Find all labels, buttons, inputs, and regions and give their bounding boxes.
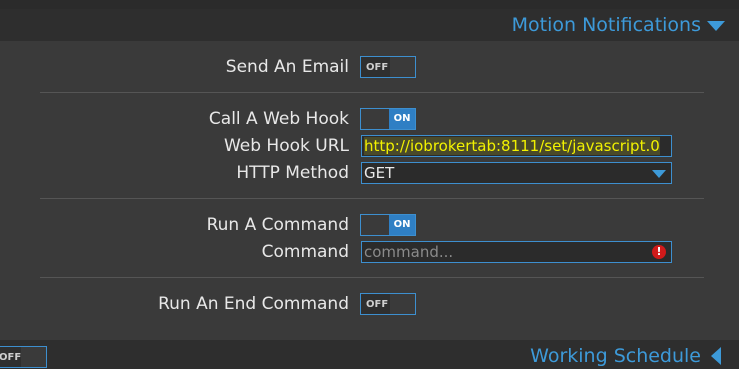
motion-notifications-header[interactable]: Motion Notifications <box>0 9 739 41</box>
run-command-label: Run A Command <box>206 215 349 235</box>
send-email-toggle[interactable]: OFF <box>360 56 416 78</box>
motion-notifications-title[interactable]: Motion Notifications <box>512 14 701 36</box>
divider <box>40 277 704 278</box>
chevron-down-icon[interactable] <box>652 170 666 178</box>
toggle-knob <box>390 57 415 77</box>
toggle-knob <box>361 109 389 129</box>
http-method-label: HTTP Method <box>236 163 349 183</box>
send-email-label: Send An Email <box>225 57 349 77</box>
webhook-url-value: http://iobrokertab:8111/set/javascript.0 <box>364 137 660 155</box>
working-schedule-title[interactable]: Working Schedule <box>530 345 701 367</box>
triangle-down-icon[interactable] <box>707 21 725 31</box>
call-webhook-toggle[interactable]: ON <box>360 108 416 130</box>
run-end-command-toggle[interactable]: OFF <box>360 293 416 315</box>
top-bar <box>0 0 739 9</box>
run-end-command-label: Run An End Command <box>158 294 349 314</box>
http-method-select[interactable]: GET <box>361 162 672 184</box>
command-field[interactable]: command... ! <box>361 241 672 263</box>
divider <box>40 198 704 199</box>
command-label: Command <box>261 242 349 262</box>
working-schedule-toggle-state: OFF <box>0 352 22 363</box>
working-schedule-header[interactable]: OFF Working Schedule <box>0 340 739 369</box>
run-command-toggle[interactable]: ON <box>360 214 416 236</box>
webhook-url-field[interactable]: http://iobrokertab:8111/set/javascript.0 <box>361 135 672 157</box>
working-schedule-toggle[interactable]: OFF <box>0 346 47 368</box>
command-placeholder: command... <box>364 243 454 261</box>
divider <box>40 92 704 93</box>
toggle-knob <box>361 215 389 235</box>
call-webhook-label: Call A Web Hook <box>208 109 349 129</box>
send-email-toggle-state: OFF <box>366 62 389 73</box>
call-webhook-toggle-state: ON <box>389 109 415 129</box>
toggle-knob <box>390 294 415 314</box>
triangle-left-icon[interactable] <box>711 347 721 365</box>
run-command-toggle-state: ON <box>389 215 415 235</box>
webhook-url-label: Web Hook URL <box>223 136 349 156</box>
run-end-command-toggle-state: OFF <box>366 299 389 310</box>
http-method-value: GET <box>364 164 395 182</box>
toggle-knob <box>21 347 46 367</box>
error-icon: ! <box>652 245 666 259</box>
